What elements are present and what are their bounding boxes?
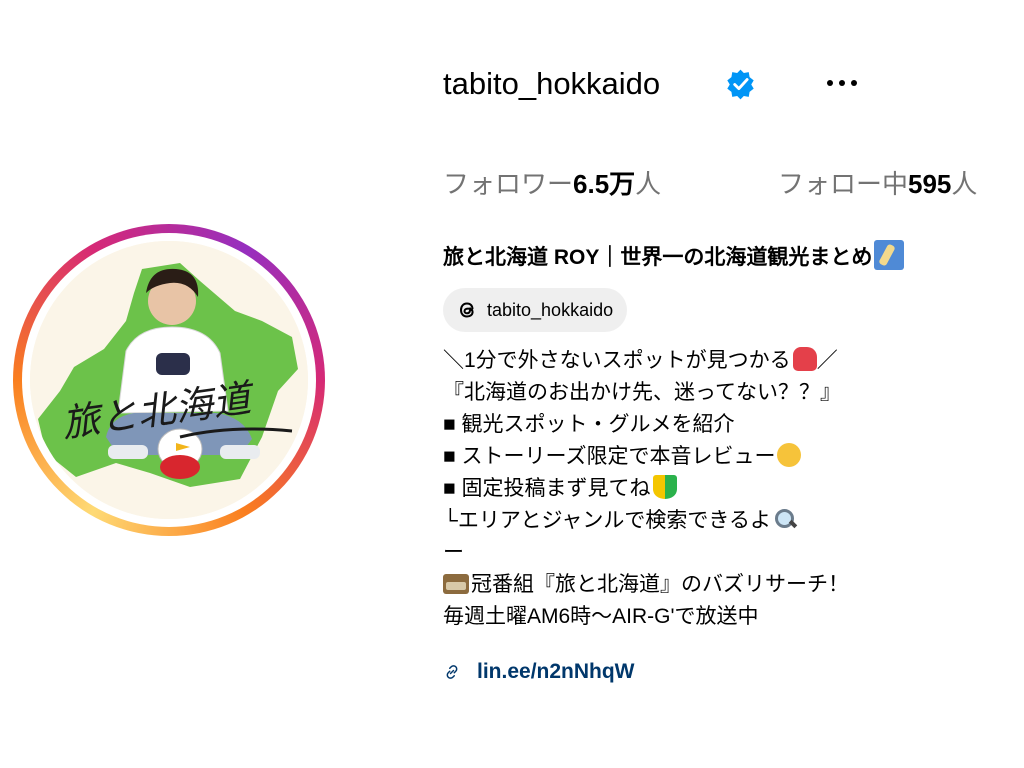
bio-line: ■ 固定投稿まず見てね	[443, 473, 1013, 505]
threads-handle: tabito_hokkaido	[487, 299, 614, 320]
profile-bio: ＼1分で外さないスポットが見つかる ／ 『北海道のお出かけ先、迷ってない？？』 ■…	[443, 345, 1013, 633]
verified-badge-icon	[727, 69, 754, 100]
followers-label: フォロワー	[443, 169, 574, 199]
following-count[interactable]: フォロー中595人	[778, 164, 977, 204]
bio-line: ＼1分で外さないスポットが見つかる ／	[443, 345, 1013, 377]
bio-text: ■ 固定投稿まず見てね	[443, 477, 651, 500]
bio-text: ■ ストーリーズ限定で本音レビュー	[443, 445, 776, 468]
following-value: 595	[908, 169, 952, 199]
beginner-mark-emoji-icon	[652, 475, 677, 499]
bio-line: ■ ストーリーズ限定で本音レビュー	[443, 441, 1013, 473]
magnifier-emoji-icon	[773, 507, 797, 531]
following-label: フォロー中	[778, 169, 909, 199]
followers-count[interactable]: フォロワー6.5万人	[443, 164, 661, 204]
bio-line: 『北海道のお出かけ先、迷ってない？？』	[443, 381, 841, 404]
more-dot	[839, 80, 845, 86]
link-text: lin.ee/n2nNhqW	[477, 660, 635, 683]
full-name-text: 旅と北海道 ROY｜世界一の北海道観光まとめ	[443, 246, 873, 269]
threads-link-button[interactable]: tabito_hokkaido	[443, 288, 628, 332]
more-dot	[851, 80, 857, 86]
radio-emoji-icon	[443, 574, 469, 594]
bio-line: ■ 観光スポット・グルメを紹介	[443, 413, 735, 436]
bio-line: ー	[443, 541, 464, 564]
profile-external-link[interactable]: lin.ee/n2nNhqW	[443, 655, 635, 689]
followers-value: 6.5万	[573, 169, 636, 199]
following-unit: 人	[951, 169, 978, 199]
japan-map-emoji-icon	[874, 240, 905, 270]
profile-full-name: 旅と北海道 ROY｜世界一の北海道観光まとめ	[443, 240, 905, 275]
threads-icon	[459, 302, 474, 318]
avatar-illustration: 旅と北海道	[30, 241, 308, 519]
more-dot	[827, 80, 833, 86]
bio-text: 冠番組『旅と北海道』のバズリサーチ！	[471, 573, 849, 596]
bio-line: └エリアとジャンルで検索できるよ	[443, 505, 1013, 537]
bio-line: 冠番組『旅と北海道』のバズリサーチ！	[443, 569, 1013, 601]
bio-text: └エリアとジャンルで検索できるよ	[443, 509, 771, 532]
avatar[interactable]: 旅と北海道	[30, 241, 308, 519]
bio-line: 毎週土曜AM6時〜AIR-G'で放送中	[443, 605, 759, 628]
bio-text: ／	[816, 349, 838, 372]
bio-text: ＼1分で外さないスポットが見つかる	[443, 349, 791, 372]
profile-avatar-ring[interactable]: 旅と北海道	[13, 224, 325, 536]
more-options-icon[interactable]	[816, 64, 868, 102]
link-icon	[446, 665, 458, 679]
avatar-border: 旅と北海道	[22, 233, 316, 527]
shushing-face-emoji-icon	[777, 443, 802, 467]
car-emoji-icon	[792, 347, 817, 371]
profile-username: tabito_hokkaido	[443, 66, 661, 101]
followers-unit: 人	[635, 169, 662, 199]
